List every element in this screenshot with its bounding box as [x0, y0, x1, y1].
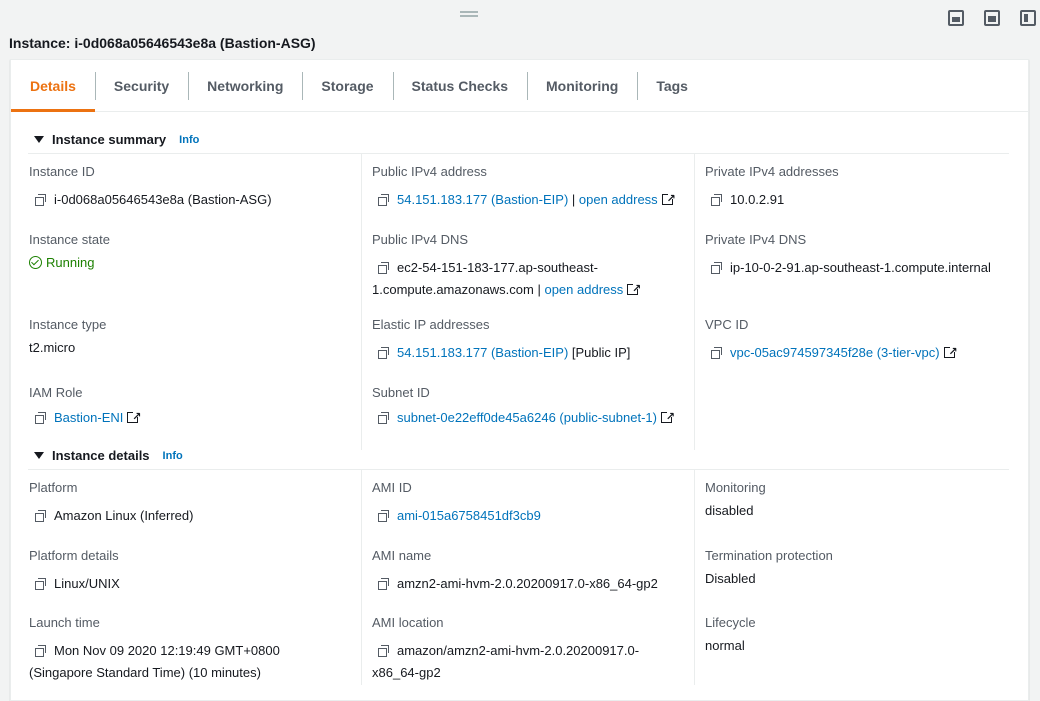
- copy-icon[interactable]: [711, 262, 722, 274]
- vpc-id-label: VPC ID: [705, 317, 749, 332]
- copy-icon[interactable]: [35, 412, 46, 424]
- instance-id-label: Instance ID: [29, 164, 95, 179]
- tab-bar: Details Security Networking Storage Stat…: [11, 60, 1028, 112]
- copy-icon[interactable]: [378, 347, 389, 359]
- public-dns-value-line1: ec2-54-151-183-177.ap-southeast-: [397, 260, 598, 275]
- caret-down-icon: [34, 136, 44, 143]
- panel-bottom-icon[interactable]: [948, 10, 964, 26]
- vpc-id-link[interactable]: vpc-05ac974597345f28e (3-tier-vpc): [730, 345, 940, 360]
- section-title: Instance details: [52, 448, 150, 463]
- info-link[interactable]: Info: [163, 450, 183, 462]
- monitoring-label: Monitoring: [705, 480, 766, 495]
- copy-icon[interactable]: [378, 262, 389, 274]
- copy-icon[interactable]: [35, 578, 46, 590]
- external-link-icon[interactable]: [943, 341, 958, 363]
- info-link[interactable]: Info: [179, 134, 199, 146]
- copy-icon[interactable]: [378, 194, 389, 206]
- lifecycle-value: normal: [705, 638, 745, 653]
- private-ipv4-value: 10.0.2.91: [730, 192, 785, 207]
- separator: |: [533, 282, 545, 297]
- ami-id-link[interactable]: ami-015a6758451df3cb9: [397, 508, 541, 523]
- ami-name-label: AMI name: [372, 548, 432, 563]
- instance-type-label: Instance type: [29, 317, 107, 332]
- section-title: Instance summary: [52, 132, 167, 147]
- private-ipv4-label: Private IPv4 addresses: [705, 164, 839, 179]
- instance-summary-section: Instance summary Info Instance ID i-0d06…: [28, 126, 1009, 450]
- monitoring-value: disabled: [705, 503, 754, 518]
- details-panel: Details Security Networking Storage Stat…: [10, 59, 1029, 701]
- instance-state-label: Instance state: [29, 232, 110, 247]
- private-dns-label: Private IPv4 DNS: [705, 232, 807, 247]
- tab-status-checks[interactable]: Status Checks: [392, 60, 527, 111]
- instance-summary-header[interactable]: Instance summary Info: [28, 126, 1009, 154]
- launch-time-label: Launch time: [29, 615, 100, 630]
- open-address-link[interactable]: open address: [579, 192, 658, 207]
- elastic-ip-suffix: [Public IP]: [568, 345, 631, 360]
- external-link-icon[interactable]: [660, 406, 675, 428]
- instance-state-value: Running: [46, 255, 95, 270]
- ami-location-line1: amazon/amzn2-ami-hvm-2.0.20200917.0-: [397, 643, 640, 658]
- platform-value: Amazon Linux (Inferred): [54, 508, 194, 523]
- instance-details-header[interactable]: Instance details Info: [28, 442, 1009, 470]
- instance-type-value: t2.micro: [29, 340, 76, 355]
- launch-time-line1: Mon Nov 09 2020 12:19:49 GMT+0800: [54, 643, 280, 658]
- platform-details-label: Platform details: [29, 548, 119, 563]
- external-link-icon[interactable]: [127, 406, 141, 428]
- ami-id-label: AMI ID: [372, 480, 412, 495]
- instance-id-value: i-0d068a05646543e8a (Bastion-ASG): [54, 192, 272, 207]
- ami-name-value: amzn2-ami-hvm-2.0.20200917.0-x86_64-gp2: [397, 576, 658, 591]
- iam-role-link[interactable]: Bastion-ENI: [54, 410, 123, 425]
- copy-icon[interactable]: [35, 194, 46, 206]
- public-ipv4-label: Public IPv4 address: [372, 164, 487, 179]
- tab-networking[interactable]: Networking: [188, 60, 302, 111]
- external-link-icon[interactable]: [627, 278, 641, 300]
- dns-open-address-link[interactable]: open address: [544, 282, 623, 297]
- termination-label: Termination protection: [705, 548, 833, 563]
- copy-icon[interactable]: [711, 347, 722, 359]
- platform-label: Platform: [29, 480, 78, 495]
- public-dns-label: Public IPv4 DNS: [372, 232, 469, 247]
- copy-icon[interactable]: [378, 578, 389, 590]
- external-link-icon[interactable]: [661, 188, 676, 210]
- tab-tags[interactable]: Tags: [637, 60, 707, 111]
- copy-icon[interactable]: [35, 510, 46, 522]
- copy-icon[interactable]: [378, 412, 389, 424]
- lifecycle-label: Lifecycle: [705, 615, 756, 630]
- caret-down-icon: [34, 452, 44, 459]
- private-dns-value: ip-10-0-2-91.ap-southeast-1.compute.inte…: [730, 260, 991, 275]
- copy-icon[interactable]: [35, 645, 46, 657]
- tab-storage[interactable]: Storage: [302, 60, 392, 111]
- tab-security[interactable]: Security: [94, 60, 188, 111]
- ami-location-label: AMI location: [372, 615, 444, 630]
- subnet-id-link[interactable]: subnet-0e22eff0de45a6246 (public-subnet-…: [397, 410, 657, 425]
- resize-handle[interactable]: [460, 11, 478, 17]
- copy-icon[interactable]: [711, 194, 722, 206]
- copy-icon[interactable]: [378, 510, 389, 522]
- check-circle-icon: [29, 256, 42, 269]
- elastic-ip-label: Elastic IP addresses: [372, 317, 490, 332]
- public-dns-value-line2: 1.compute.amazonaws.com: [372, 282, 534, 297]
- launch-time-line2: (Singapore Standard Time) (10 minutes): [29, 665, 261, 680]
- tab-details[interactable]: Details: [11, 60, 95, 112]
- instance-details-section: Instance details Info Platform Amazon Li…: [28, 442, 1009, 685]
- panel-side-icon[interactable]: [1020, 10, 1036, 26]
- copy-icon[interactable]: [378, 645, 389, 657]
- separator: |: [568, 192, 579, 207]
- panel-split-icon[interactable]: [984, 10, 1000, 26]
- window-controls: [948, 10, 1036, 26]
- elastic-ip-link[interactable]: 54.151.183.177 (Bastion-EIP): [397, 345, 568, 360]
- public-ipv4-link[interactable]: 54.151.183.177 (Bastion-EIP): [397, 192, 568, 207]
- termination-value: Disabled: [705, 571, 756, 586]
- page-title: Instance: i-0d068a05646543e8a (Bastion-A…: [9, 35, 316, 51]
- platform-details-value: Linux/UNIX: [54, 576, 120, 591]
- ami-location-line2: x86_64-gp2: [372, 665, 441, 680]
- tab-monitoring[interactable]: Monitoring: [527, 60, 637, 111]
- subnet-id-label: Subnet ID: [372, 385, 430, 400]
- iam-role-label: IAM Role: [29, 385, 83, 400]
